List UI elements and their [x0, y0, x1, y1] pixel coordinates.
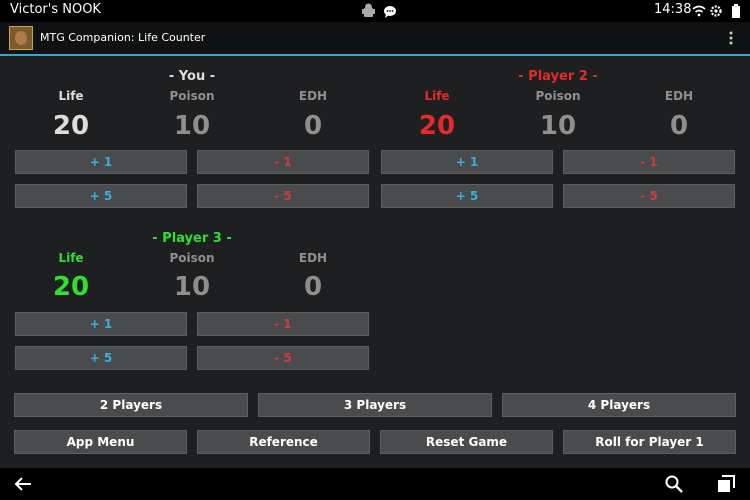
clock: 14:38: [654, 2, 692, 17]
four-players-button[interactable]: 4 Players: [502, 393, 736, 417]
player-2-edh-label: EDH: [664, 89, 694, 103]
recent-apps-icon[interactable]: [716, 474, 736, 494]
player-1-poison-value: 10: [173, 111, 211, 141]
notification-icons: [362, 3, 396, 18]
player-3-life-label: Life: [58, 251, 84, 265]
player-1-life-label: Life: [58, 89, 84, 103]
reset-game-button[interactable]: Reset Game: [380, 430, 553, 454]
chat-icon: [384, 6, 396, 18]
player-2-minus-5-button[interactable]: - 5: [563, 184, 735, 208]
player-3-minus-5-button[interactable]: - 5: [197, 346, 369, 370]
player-2-edh-value: 0: [669, 111, 689, 141]
player-1-minus-1-button[interactable]: - 1: [197, 150, 369, 174]
reference-button[interactable]: Reference: [197, 430, 370, 454]
player-1-edh-value: 0: [303, 111, 323, 141]
player-3-life-value: 20: [52, 272, 90, 302]
player-3-poison-value: 10: [173, 272, 211, 302]
player-2-plus-5-button[interactable]: + 5: [381, 184, 553, 208]
overflow-menu-icon[interactable]: [728, 30, 734, 46]
player-3-poison-label: Poison: [169, 251, 215, 265]
player-2-minus-1-button[interactable]: - 1: [563, 150, 735, 174]
player-2-poison-label: Poison: [535, 89, 581, 103]
android-debug-icon: [362, 3, 375, 17]
status-bar: Victor's NOOK 14:38: [0, 0, 750, 22]
player-2-title: - Player 2 -: [518, 69, 598, 84]
player-1-title: - You -: [168, 69, 216, 84]
back-icon[interactable]: [14, 477, 32, 491]
player-1-plus-1-button[interactable]: + 1: [15, 150, 187, 174]
player-2-poison-value: 10: [539, 111, 577, 141]
player-2-life-label: Life: [424, 89, 450, 103]
player-3-edh-value: 0: [303, 272, 323, 302]
settings-icon: [710, 5, 722, 17]
navigation-bar: [0, 468, 750, 500]
roll-for-player-1-button[interactable]: Roll for Player 1: [563, 430, 736, 454]
action-bar: MTG Companion: Life Counter: [0, 22, 750, 56]
player-3-plus-1-button[interactable]: + 1: [15, 312, 187, 336]
player-3-edh-label: EDH: [298, 251, 328, 265]
two-players-button[interactable]: 2 Players: [14, 393, 248, 417]
player-3-plus-5-button[interactable]: + 5: [15, 346, 187, 370]
player-3-minus-1-button[interactable]: - 1: [197, 312, 369, 336]
battery-icon: [732, 4, 740, 18]
player-1-poison-label: Poison: [169, 89, 215, 103]
player-2-plus-1-button[interactable]: + 1: [381, 150, 553, 174]
app-title: MTG Companion: Life Counter: [40, 31, 206, 44]
three-players-button[interactable]: 3 Players: [258, 393, 492, 417]
player-2-life-value: 20: [418, 111, 456, 141]
player-1-plus-5-button[interactable]: + 5: [15, 184, 187, 208]
device-name: Victor's NOOK: [10, 2, 101, 17]
player-1-edh-label: EDH: [298, 89, 328, 103]
player-1-minus-5-button[interactable]: - 5: [197, 184, 369, 208]
app-menu-button[interactable]: App Menu: [14, 430, 187, 454]
status-icons: [692, 4, 740, 18]
app-logo-icon[interactable]: [9, 26, 33, 50]
player-3-title: - Player 3 -: [152, 231, 232, 246]
search-icon[interactable]: [665, 475, 683, 493]
player-1-life-value: 20: [52, 111, 90, 141]
wifi-icon: [692, 5, 706, 17]
